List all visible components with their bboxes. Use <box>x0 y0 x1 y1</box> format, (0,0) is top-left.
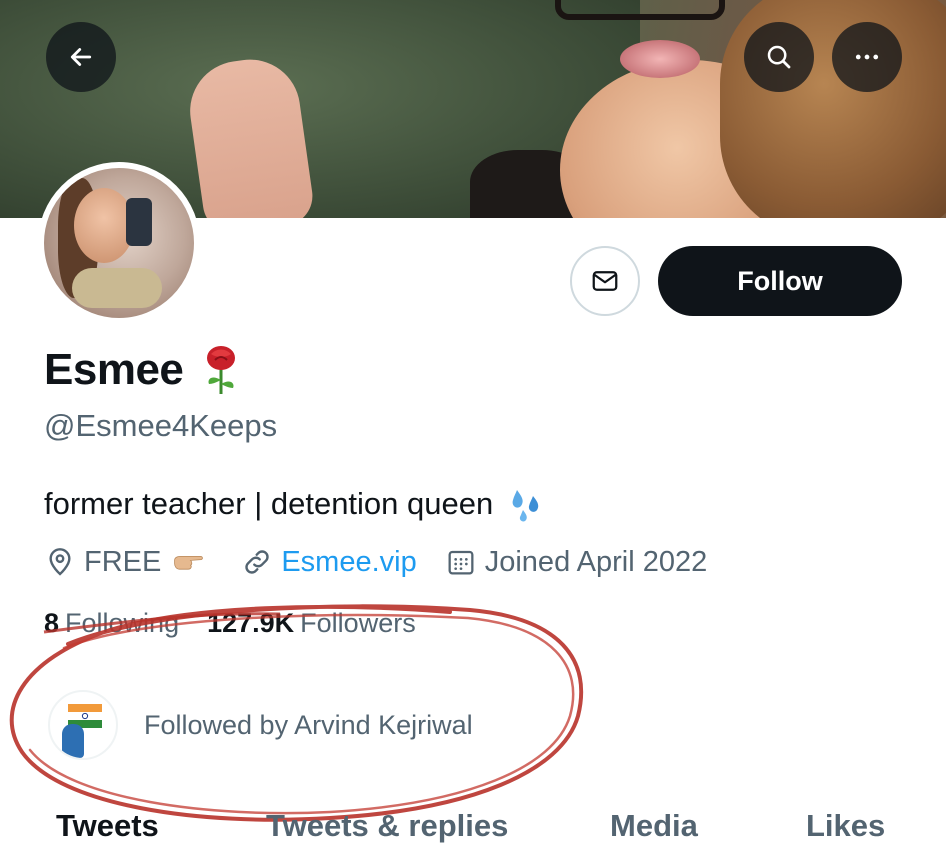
message-button[interactable] <box>570 246 640 316</box>
display-name-row: Esmee <box>44 344 241 396</box>
tab-tweets-and-replies[interactable]: Tweets & replies <box>266 808 508 844</box>
followed-by-row[interactable]: Followed by Arvind Kejriwal <box>48 690 473 760</box>
following-stat[interactable]: 8 Following <box>44 608 179 639</box>
profile-meta-row: FREE Esmee.vip Joined April 2022 <box>44 540 735 584</box>
more-horizontal-icon <box>855 54 879 60</box>
envelope-icon <box>592 271 618 291</box>
location-text: FREE <box>84 545 162 578</box>
profile-tabs: Tweets Tweets & replies Media Likes <box>0 800 946 857</box>
avatar-phone <box>126 198 152 246</box>
joined-date: Joined April 2022 <box>484 545 708 578</box>
display-name: Esmee <box>44 345 184 394</box>
followers-count: 127.9K <box>207 608 295 638</box>
profile-page: Follow Esmee @Esmee4Keeps former teacher… <box>0 0 946 857</box>
rose-emoji-icon <box>207 346 236 394</box>
follow-button[interactable]: Follow <box>658 246 902 316</box>
bio-text: former teacher | detention queen <box>44 486 494 521</box>
sweat-droplets-emoji-icon <box>512 490 539 522</box>
banner-glasses <box>555 0 725 20</box>
follower-avatar[interactable] <box>48 690 118 760</box>
more-options-button[interactable] <box>832 22 902 92</box>
tab-tweets[interactable]: Tweets <box>56 808 159 844</box>
avatar-clothing <box>72 268 162 308</box>
website-link[interactable]: Esmee.vip <box>281 546 416 579</box>
link-icon <box>245 550 270 574</box>
banner-lips <box>620 40 700 78</box>
following-label: Following <box>65 608 180 638</box>
pointing-hand-emoji-icon <box>174 556 204 570</box>
calendar-icon <box>448 550 474 575</box>
user-handle: @Esmee4Keeps <box>44 408 278 443</box>
search-icon <box>767 45 791 69</box>
followers-stat[interactable]: 127.9K Followers <box>207 608 416 639</box>
tab-media[interactable]: Media <box>610 808 698 844</box>
follower-avatar-person <box>62 724 84 758</box>
profile-avatar[interactable] <box>38 162 200 324</box>
follow-stats: 8 Following 127.9K Followers <box>44 608 416 639</box>
joined-item: Joined April 2022 <box>445 545 708 579</box>
arrow-left-icon <box>70 48 92 66</box>
location-item: FREE <box>44 546 213 579</box>
tab-likes[interactable]: Likes <box>806 808 885 844</box>
location-pin-icon <box>49 548 71 576</box>
followed-by-text: Followed by Arvind Kejriwal <box>144 709 473 740</box>
following-count: 8 <box>44 608 60 638</box>
followers-label: Followers <box>300 608 416 638</box>
avatar-face <box>74 188 134 263</box>
website-item[interactable]: Esmee.vip <box>241 546 417 579</box>
back-button[interactable] <box>46 22 116 92</box>
bio-row: former teacher | detention queen <box>44 484 547 524</box>
search-button[interactable] <box>744 22 814 92</box>
